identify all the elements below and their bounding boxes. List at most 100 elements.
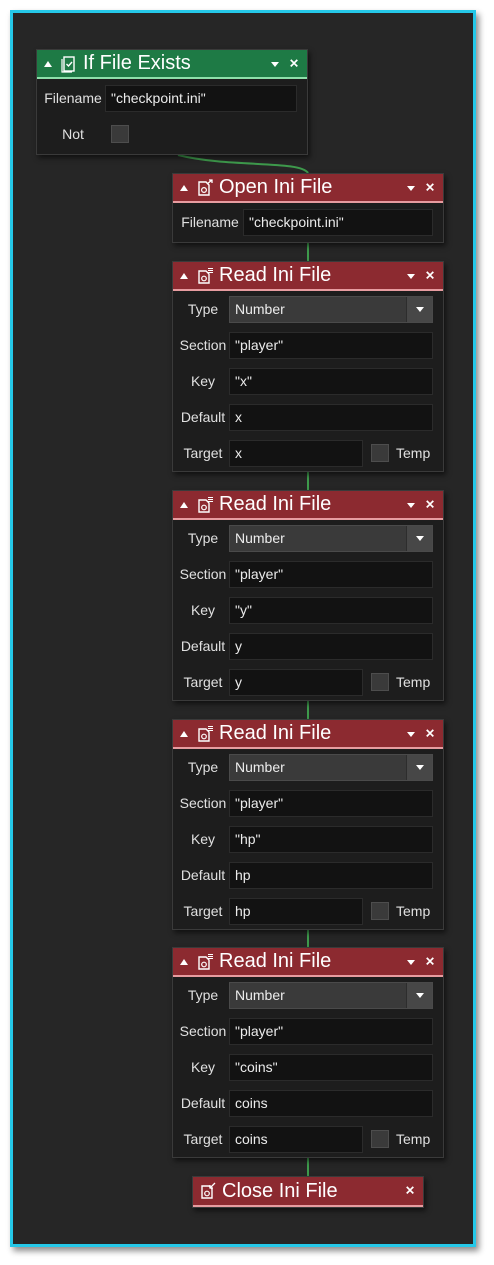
close-icon[interactable]: ✕	[425, 268, 435, 282]
collapse-icon[interactable]	[180, 958, 188, 965]
file-read-icon	[196, 267, 214, 285]
close-icon[interactable]: ✕	[425, 726, 435, 740]
read-ini-file-block[interactable]: Read Ini File ✕ Type Number Section "pla…	[172, 490, 444, 701]
temp-checkbox[interactable]	[371, 444, 389, 462]
block-title: Read Ini File	[219, 950, 332, 972]
open-ini-file-block[interactable]: Open Ini File ✕ Filename "checkpoint.ini…	[172, 173, 444, 243]
type-select-value: Number	[235, 758, 285, 775]
key-field[interactable]: "x"	[229, 367, 433, 395]
default-field[interactable]: y	[229, 632, 433, 660]
close-icon[interactable]: ✕	[405, 1184, 415, 1198]
dropdown-icon[interactable]	[407, 731, 415, 737]
key-field[interactable]: "hp"	[229, 825, 433, 853]
section-field[interactable]: "player"	[229, 560, 433, 588]
read-ini-file-header[interactable]: Read Ini File ✕	[173, 262, 443, 291]
collapse-icon[interactable]	[180, 501, 188, 508]
key-label: Key	[190, 1059, 216, 1075]
default-label: Default	[180, 1095, 226, 1111]
close-icon[interactable]: ✕	[425, 180, 435, 194]
read-ini-file-header[interactable]: Read Ini File ✕	[173, 948, 443, 977]
dropdown-icon[interactable]	[407, 273, 415, 279]
collapse-icon[interactable]	[180, 730, 188, 737]
file-read-icon	[196, 953, 214, 971]
default-label: Default	[180, 867, 226, 883]
target-field[interactable]: x	[229, 439, 363, 467]
read-ini-file-block[interactable]: Read Ini File ✕ Type Number Section "pla…	[172, 719, 444, 930]
default-field[interactable]: hp	[229, 861, 433, 889]
chevron-down-icon[interactable]	[406, 296, 432, 322]
block-title: Open Ini File	[219, 176, 333, 198]
type-label: Type	[187, 987, 219, 1003]
read-ini-file-block[interactable]: Read Ini File ✕ Type Number Section "pla…	[172, 947, 444, 1158]
filename-field[interactable]: "checkpoint.ini"	[243, 208, 433, 236]
close-icon[interactable]: ✕	[425, 497, 435, 511]
block-title: If File Exists	[83, 52, 191, 74]
type-select[interactable]: Number	[229, 295, 433, 323]
filename-label: Filename	[44, 90, 102, 106]
default-field[interactable]: x	[229, 403, 433, 431]
target-label: Target	[183, 1131, 223, 1147]
read-ini-file-header[interactable]: Read Ini File ✕	[173, 720, 443, 749]
filename-label: Filename	[181, 214, 239, 230]
target-field[interactable]: coins	[229, 1125, 363, 1153]
type-label: Type	[187, 759, 219, 775]
type-select-value: Number	[235, 300, 285, 317]
temp-label: Temp	[396, 674, 431, 690]
section-label: Section	[179, 337, 227, 353]
close-icon[interactable]: ✕	[425, 954, 435, 968]
type-select-value: Number	[235, 529, 285, 546]
dropdown-icon[interactable]	[407, 185, 415, 191]
collapse-icon[interactable]	[44, 60, 52, 67]
temp-checkbox[interactable]	[371, 1130, 389, 1148]
read-ini-file-block[interactable]: Read Ini File ✕ Type Number Section "pla…	[172, 261, 444, 472]
close-ini-file-header[interactable]: Close Ini File ✕	[193, 1177, 423, 1207]
temp-checkbox[interactable]	[371, 902, 389, 920]
file-read-icon	[196, 496, 214, 514]
if-file-exists-block[interactable]: If File Exists ✕ Filename "checkpoint.in…	[36, 49, 308, 155]
section-field[interactable]: "player"	[229, 1017, 433, 1045]
key-field[interactable]: "coins"	[229, 1053, 433, 1081]
filename-field[interactable]: "checkpoint.ini"	[105, 84, 297, 112]
target-field[interactable]: hp	[229, 897, 363, 925]
not-checkbox[interactable]	[111, 125, 129, 143]
file-open-icon	[196, 178, 214, 197]
type-select[interactable]: Number	[229, 981, 433, 1009]
chevron-down-icon[interactable]	[406, 982, 432, 1008]
file-read-icon	[196, 725, 214, 743]
not-label: Not	[62, 126, 84, 142]
type-select[interactable]: Number	[229, 524, 433, 552]
target-field[interactable]: y	[229, 668, 363, 696]
close-icon[interactable]: ✕	[289, 56, 299, 70]
open-ini-file-header[interactable]: Open Ini File ✕	[173, 174, 443, 203]
type-select-value: Number	[235, 986, 285, 1003]
temp-label: Temp	[396, 445, 431, 461]
chevron-down-icon[interactable]	[406, 754, 432, 780]
if-file-exists-header[interactable]: If File Exists ✕	[37, 50, 307, 79]
block-title: Read Ini File	[219, 264, 332, 286]
dropdown-icon[interactable]	[407, 502, 415, 508]
type-label: Type	[187, 301, 219, 317]
temp-label: Temp	[396, 1131, 431, 1147]
collapse-icon[interactable]	[180, 184, 188, 191]
target-label: Target	[183, 903, 223, 919]
block-title: Close Ini File	[222, 1179, 338, 1202]
temp-checkbox[interactable]	[371, 673, 389, 691]
read-ini-file-header[interactable]: Read Ini File ✕	[173, 491, 443, 520]
block-title: Read Ini File	[219, 722, 332, 744]
chevron-down-icon[interactable]	[406, 525, 432, 551]
default-field[interactable]: coins	[229, 1089, 433, 1117]
collapse-icon[interactable]	[180, 272, 188, 279]
dropdown-icon[interactable]	[407, 959, 415, 965]
key-label: Key	[190, 831, 216, 847]
section-label: Section	[179, 566, 227, 582]
section-label: Section	[179, 1023, 227, 1039]
key-field[interactable]: "y"	[229, 596, 433, 624]
section-field[interactable]: "player"	[229, 789, 433, 817]
close-ini-file-block[interactable]: Close Ini File ✕	[192, 1176, 424, 1208]
dropdown-icon[interactable]	[271, 61, 279, 67]
target-label: Target	[183, 674, 223, 690]
key-label: Key	[190, 373, 216, 389]
type-label: Type	[187, 530, 219, 546]
type-select[interactable]: Number	[229, 753, 433, 781]
section-field[interactable]: "player"	[229, 331, 433, 359]
